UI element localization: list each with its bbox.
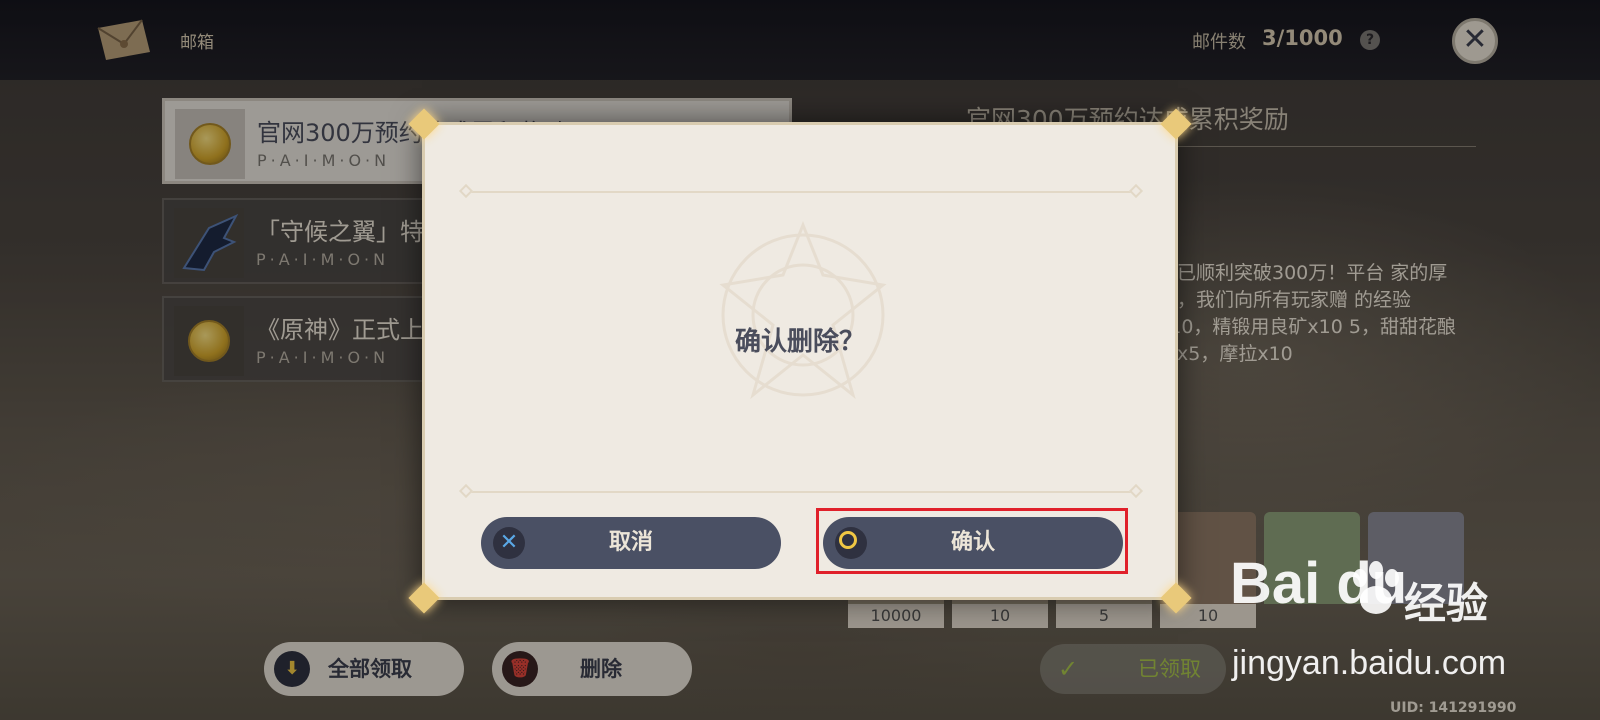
divider-ornament	[1128, 483, 1144, 499]
confirm-highlight-box	[816, 508, 1128, 574]
paw-icon	[1353, 561, 1399, 614]
emblem-icon	[719, 220, 887, 400]
dialog-message: 确认删除？	[734, 327, 865, 357]
divider	[467, 491, 1137, 493]
cancel-label: 取消	[608, 530, 653, 555]
baidu-watermark: Bai du 经验 jingyan.baidu.com	[1226, 540, 1586, 700]
divider	[467, 191, 1137, 193]
divider-ornament	[458, 483, 474, 499]
divider-ornament	[458, 183, 474, 199]
cancel-button[interactable]: ✕ 取消	[481, 517, 781, 569]
watermark-brand: 经验	[1404, 579, 1489, 628]
watermark-url: jingyan.baidu.com	[1232, 644, 1507, 682]
divider-ornament	[1128, 183, 1144, 199]
cancel-x-icon: ✕	[493, 527, 525, 559]
